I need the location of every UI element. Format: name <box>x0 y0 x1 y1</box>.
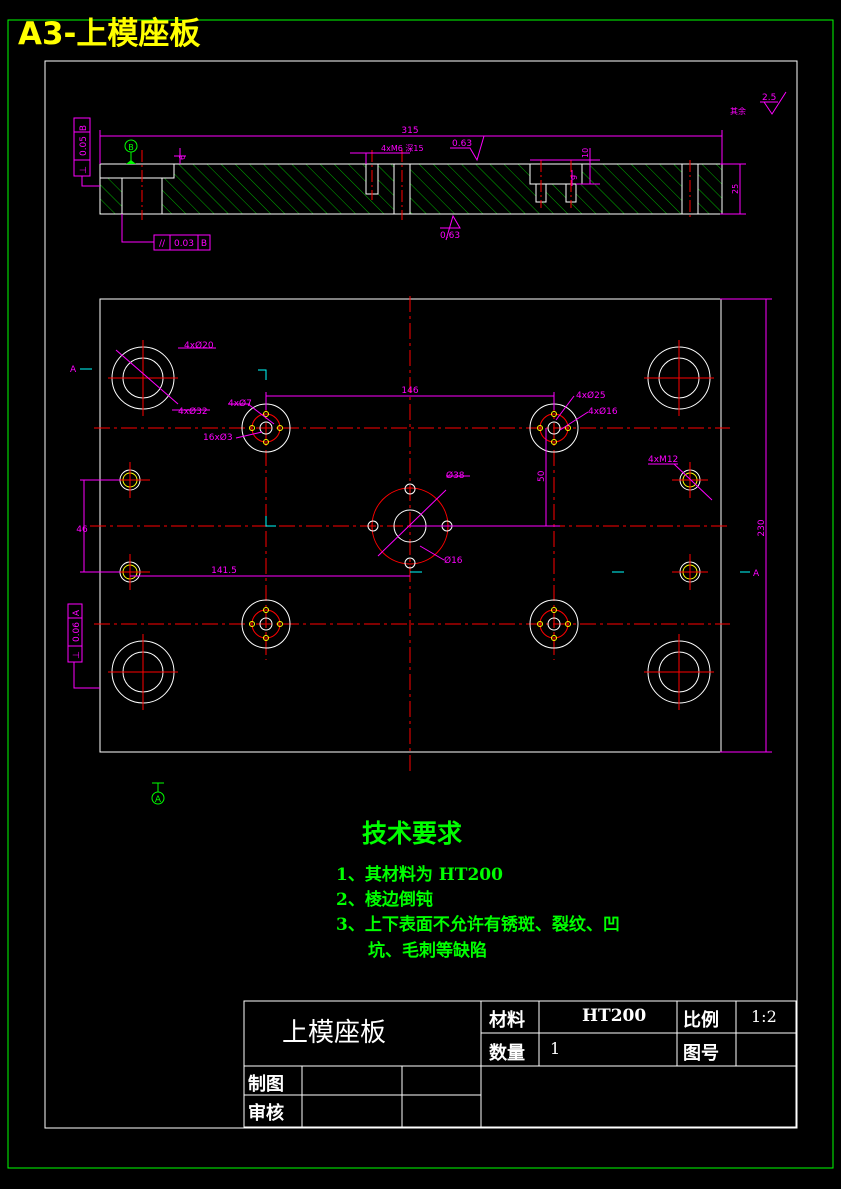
tol-perp-b-value: 0.05 <box>79 136 89 156</box>
dim-hole-4x16: 4xØ16 <box>588 406 618 417</box>
tol-perp-a-symbol: ⊥ <box>72 651 82 659</box>
dim-hole-16x3: 16xØ3 <box>203 432 233 443</box>
dim-spacing-46: 46 <box>76 525 88 535</box>
tol-parallel-b-datum: B <box>201 239 207 249</box>
material-label: 材料 <box>489 1010 525 1031</box>
tolerance-parallel-b <box>121 214 211 251</box>
tol-perp-b-datum: B <box>79 125 89 131</box>
tech-requirement-item: 2、棱边倒钝 <box>336 890 433 910</box>
datum-b-label: B <box>128 143 134 152</box>
dim-center-16: Ø16 <box>444 555 463 566</box>
section-hatch <box>100 164 722 214</box>
roughness-bottom: 0.63 <box>440 231 460 241</box>
tol-perp-b-symbol: ⊥ <box>79 166 89 174</box>
drawing-no-label: 图号 <box>683 1043 719 1064</box>
drawing-frame <box>44 60 798 1129</box>
default-roughness-value: 2.5 <box>762 93 776 103</box>
tol-parallel-b-value: 0.03 <box>174 239 194 249</box>
default-roughness-label: 其余 <box>730 106 746 116</box>
dim-spacing-141-5: 141.5 <box>211 566 237 576</box>
dim-thickness-25: 25 <box>731 184 740 194</box>
dim-overall-length: 315 <box>401 126 418 136</box>
section-a-left: A <box>70 365 77 375</box>
dim-depth-9: 9 <box>570 175 579 180</box>
quantity-label: 数量 <box>489 1043 525 1064</box>
dim-hole-4x32: 4xØ32 <box>178 406 208 417</box>
dim-hole-4x20: 4xØ20 <box>184 340 214 351</box>
section-view <box>99 150 723 220</box>
roughness-top: 0.63 <box>452 139 472 149</box>
checked-label: 审核 <box>248 1103 284 1124</box>
part-name: 上模座板 <box>282 1018 387 1048</box>
material-value: HT200 <box>582 1006 647 1026</box>
tol-perp-a-value: 0.06 <box>72 622 82 642</box>
tech-requirement-item: 坑、毛刺等缺陷 <box>368 941 487 961</box>
dim-hole-4x25: 4xØ25 <box>576 390 606 401</box>
dim-hole-4x7: 4xØ7 <box>228 398 252 409</box>
tech-requirement-item: 1、其材料为 HT200 <box>336 865 503 885</box>
scale-value: 1:2 <box>751 1007 777 1026</box>
dim-hole-4xM12: 4xM12 <box>648 455 678 465</box>
dim-depth-6: 6 <box>178 155 187 160</box>
dim-depth-10: 10 <box>581 148 590 158</box>
top-view <box>90 296 730 772</box>
banner-title: A3-上模座板 <box>18 16 201 52</box>
tech-requirements-title: 技术要求 <box>362 819 463 848</box>
quantity-value: 1 <box>550 1039 561 1058</box>
dim-spacing-146: 146 <box>401 386 418 396</box>
corner-holes <box>111 346 711 704</box>
dim-center-38: Ø38 <box>446 470 465 481</box>
dim-height-230: 230 <box>757 519 767 536</box>
drawn-label: 制图 <box>248 1074 284 1095</box>
tol-perp-a-datum: A <box>72 609 82 616</box>
tech-requirement-item: 3、上下表面不允许有锈斑、裂纹、凹 <box>336 915 620 935</box>
tol-parallel-b-symbol: // <box>159 239 166 249</box>
dim-spacing-50: 50 <box>537 470 547 482</box>
section-a-right: A <box>753 569 760 579</box>
datum-a-label: A <box>155 795 162 805</box>
dim-thread-note: 4xM6 深15 <box>381 144 424 153</box>
scale-label: 比例 <box>683 1010 719 1031</box>
